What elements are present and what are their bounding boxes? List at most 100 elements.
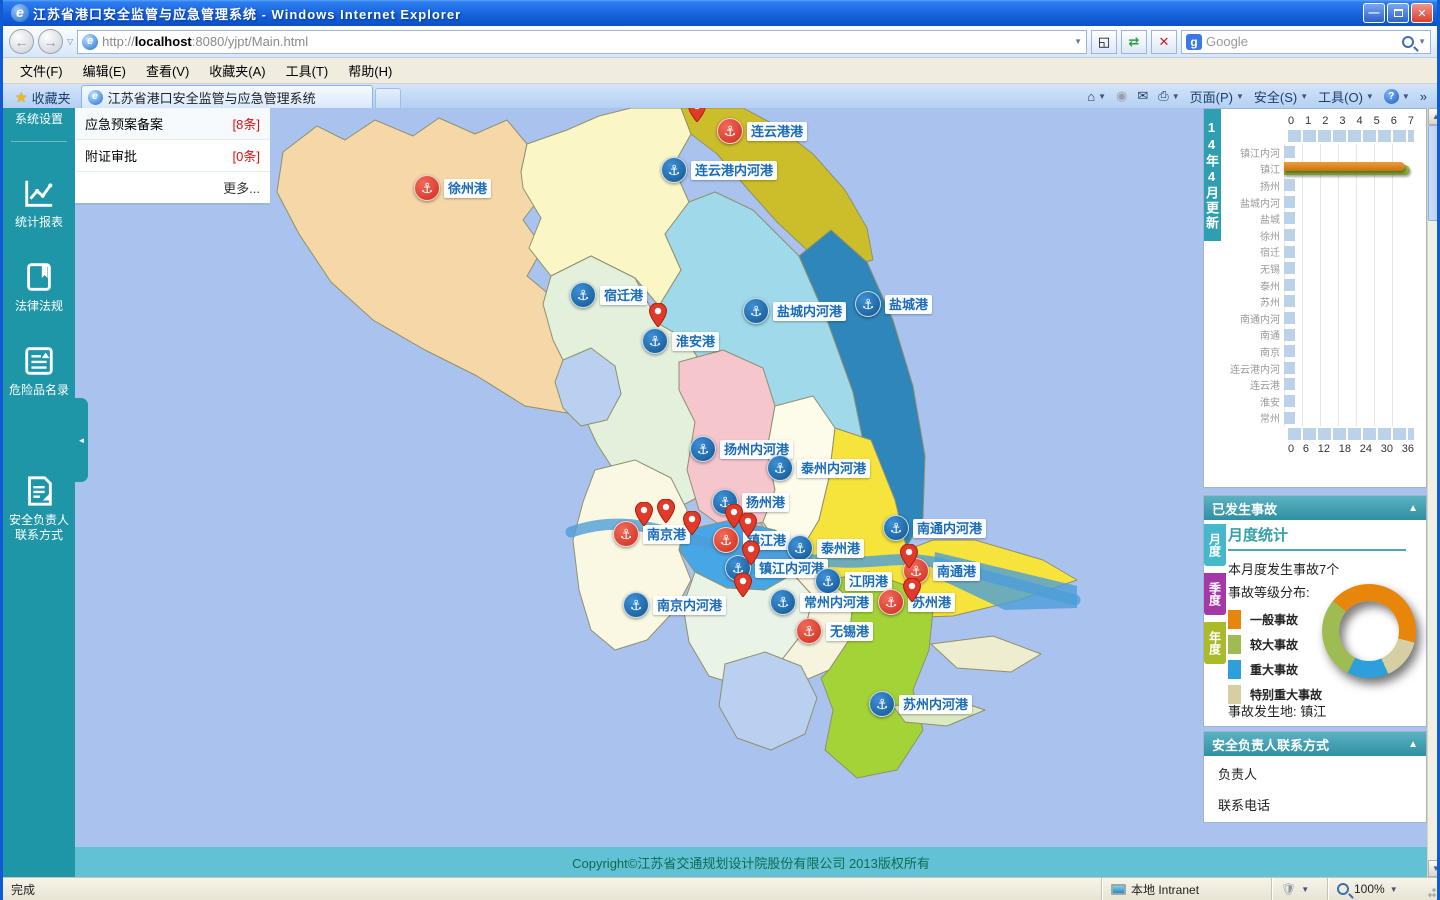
sidebar-item-system-settings[interactable]: 系统设置: [3, 108, 75, 137]
port-marker[interactable]: ⚓连云港内河港: [661, 157, 777, 183]
port-marker[interactable]: ⚓南通港: [903, 558, 980, 584]
home-button[interactable]: ⌂▼: [1087, 89, 1106, 104]
anchor-icon[interactable]: ⚓: [903, 558, 929, 584]
port-marker[interactable]: ⚓常州内河港: [770, 589, 873, 615]
port-marker[interactable]: ⚓徐州港: [414, 175, 491, 201]
compatibility-view-button[interactable]: ◱: [1091, 30, 1117, 54]
port-marker[interactable]: ⚓扬州港: [712, 489, 789, 515]
scrollbar-thumb[interactable]: [1428, 125, 1440, 221]
rss-button[interactable]: ◉: [1116, 88, 1127, 104]
anchor-icon[interactable]: ⚓: [743, 298, 769, 324]
port-marker[interactable]: ⚓南京港: [613, 521, 690, 547]
vertical-scrollbar[interactable]: ▲ ▼: [1427, 108, 1440, 877]
port-marker[interactable]: ⚓宿迁港: [570, 282, 647, 308]
search-input[interactable]: [1206, 34, 1398, 49]
tab-季度[interactable]: 季度: [1204, 573, 1226, 615]
anchor-icon[interactable]: ⚓: [661, 157, 687, 183]
new-tab-button[interactable]: [375, 88, 401, 108]
scroll-up-icon[interactable]: ▲: [1428, 108, 1440, 125]
print-button[interactable]: ⎙▼: [1158, 88, 1179, 104]
jiangsu-map[interactable]: [75, 108, 1203, 847]
tools-menu[interactable]: 工具(O)▼: [1318, 87, 1374, 106]
url-text[interactable]: http://localhost:8080/yjpt/Main.html: [102, 34, 1070, 49]
menu-edit[interactable]: 编辑(E): [74, 58, 135, 83]
port-marker[interactable]: ⚓盐城内河港: [743, 298, 846, 324]
port-marker[interactable]: ⚓南京内河港: [623, 592, 726, 618]
help-button[interactable]: ?▼: [1384, 89, 1410, 104]
address-field[interactable]: e http://localhost:8080/yjpt/Main.html ▼: [77, 30, 1087, 54]
anchor-icon[interactable]: ⚓: [796, 618, 822, 644]
anchor-icon[interactable]: ⚓: [613, 521, 639, 547]
bar-stub: [1284, 412, 1295, 424]
accidents-panel-header[interactable]: 已发生事故 ▲: [1204, 496, 1426, 520]
sidebar-collapse-handle[interactable]: ◄: [75, 398, 88, 482]
anchor-icon[interactable]: ⚓: [570, 282, 596, 308]
more-link[interactable]: 更多...: [75, 172, 270, 203]
sidebar-item-hazardous-list[interactable]: 危险品名录: [3, 334, 75, 408]
protected-mode-button[interactable]: 🛡▼: [1271, 878, 1327, 900]
port-marker[interactable]: ⚓苏州港: [878, 589, 955, 615]
active-tab[interactable]: e 江苏省港口安全监管与应急管理系统: [81, 85, 373, 108]
port-marker[interactable]: ⚓镇江内河港: [725, 555, 828, 581]
scroll-down-icon[interactable]: ▼: [1428, 860, 1440, 877]
page-menu[interactable]: 页面(P)▼: [1190, 87, 1244, 106]
resize-grip[interactable]: [1423, 878, 1437, 900]
port-marker[interactable]: ⚓盐城港: [855, 291, 932, 317]
search-box[interactable]: g ▼: [1181, 30, 1431, 54]
port-label: 南京内河港: [653, 596, 726, 615]
forward-button[interactable]: →: [38, 29, 63, 54]
anchor-icon[interactable]: ⚓: [642, 328, 668, 354]
sidebar-item-safety-contacts[interactable]: 安全负责人联系方式: [3, 464, 75, 553]
anchor-icon[interactable]: ⚓: [690, 436, 716, 462]
port-marker[interactable]: ⚓苏州内河港: [869, 691, 972, 717]
search-icon[interactable]: [1402, 36, 1414, 48]
port-marker[interactable]: ⚓南通内河港: [883, 515, 986, 541]
sidebar-item-statistics[interactable]: 统计报表: [3, 166, 75, 240]
history-dropdown-icon[interactable]: ▽: [67, 37, 73, 46]
port-marker[interactable]: ⚓镇江港: [713, 527, 790, 553]
anchor-icon[interactable]: ⚓: [770, 589, 796, 615]
port-marker[interactable]: ⚓淮安港: [642, 328, 719, 354]
anchor-icon[interactable]: ⚓: [869, 691, 895, 717]
anchor-icon[interactable]: ⚓: [717, 118, 743, 144]
collapse-arrow-icon[interactable]: ▲: [1408, 739, 1418, 750]
menu-help[interactable]: 帮助(H): [339, 58, 401, 83]
security-menu[interactable]: 安全(S)▼: [1254, 87, 1308, 106]
restore-button[interactable]: [1387, 3, 1409, 23]
address-dropdown-icon[interactable]: ▼: [1074, 37, 1082, 46]
anchor-icon[interactable]: ⚓: [712, 489, 738, 515]
anchor-icon[interactable]: ⚓: [713, 527, 739, 553]
menu-file[interactable]: 文件(F): [11, 58, 72, 83]
back-button[interactable]: ←: [9, 29, 34, 54]
port-marker[interactable]: ⚓无锡港: [796, 618, 873, 644]
anchor-icon[interactable]: ⚓: [855, 291, 881, 317]
close-button[interactable]: ✕: [1411, 3, 1433, 23]
notice-row-emergency-plan[interactable]: 应急预案备案 [8条]: [75, 108, 270, 140]
tab-月度[interactable]: 月度: [1204, 524, 1226, 566]
refresh-button[interactable]: ⇄: [1121, 30, 1147, 54]
favorites-button[interactable]: ★ 收藏夹: [5, 86, 81, 108]
anchor-icon[interactable]: ⚓: [883, 515, 909, 541]
overflow-chevron-icon[interactable]: »: [1420, 89, 1427, 104]
port-marker[interactable]: ⚓连云港港: [717, 118, 807, 144]
axis-tick-label: 36: [1402, 443, 1414, 455]
stop-button[interactable]: ✕: [1151, 30, 1177, 54]
anchor-icon[interactable]: ⚓: [725, 555, 751, 581]
contact-panel-header[interactable]: 安全负责人联系方式 ▲: [1204, 732, 1426, 756]
collapse-arrow-icon[interactable]: ▲: [1408, 503, 1418, 514]
menu-favorites[interactable]: 收藏夹(A): [200, 58, 274, 83]
minimize-button[interactable]: —: [1363, 3, 1385, 23]
tab-年度[interactable]: 年度: [1204, 622, 1226, 664]
anchor-icon[interactable]: ⚓: [878, 589, 904, 615]
port-marker[interactable]: ⚓泰州内河港: [767, 455, 870, 481]
menu-tools[interactable]: 工具(T): [277, 58, 338, 83]
menu-view[interactable]: 查看(V): [137, 58, 198, 83]
anchor-icon[interactable]: ⚓: [414, 175, 440, 201]
sidebar-item-laws[interactable]: 法律法规: [3, 250, 75, 324]
notice-row-certificate-approval[interactable]: 附证审批 [0条]: [75, 140, 270, 172]
anchor-icon[interactable]: ⚓: [767, 455, 793, 481]
search-dropdown-icon[interactable]: ▼: [1418, 37, 1426, 46]
zoom-control[interactable]: 100%▼: [1327, 878, 1423, 900]
mail-button[interactable]: ✉: [1137, 88, 1148, 104]
anchor-icon[interactable]: ⚓: [623, 592, 649, 618]
